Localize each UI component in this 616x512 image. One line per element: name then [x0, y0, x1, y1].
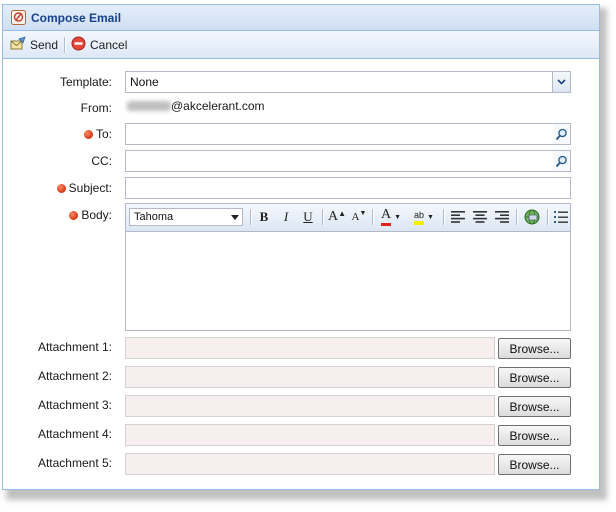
template-label: Template: — [59, 75, 112, 89]
cancel-button[interactable]: Cancel — [71, 35, 127, 55]
send-label: Send — [30, 38, 59, 52]
chevron-down-icon — [557, 79, 566, 85]
subject-label-text: Subject: — [68, 181, 112, 195]
decrease-arrow-icon: ▼ — [359, 209, 367, 217]
attachment-4-label: Attachment 4: — [37, 427, 112, 441]
grow-font-button[interactable]: A ▲ — [327, 208, 347, 226]
highlight-color-button[interactable]: ab ▼ — [409, 208, 439, 226]
chevron-down-icon: ▼ — [394, 213, 402, 221]
to-label-text: To: — [95, 127, 112, 141]
toolbar-separator — [64, 37, 66, 53]
body-label: Body: — [69, 208, 112, 222]
send-button[interactable]: Send — [10, 35, 58, 55]
font-family-select[interactable]: Tahoma — [129, 208, 243, 226]
shrink-font-button[interactable]: A ▼ — [350, 208, 368, 226]
body-text-area[interactable] — [126, 232, 570, 330]
email-compose-icon — [11, 10, 26, 25]
font-color-glyph: A — [380, 207, 392, 226]
bold-button[interactable]: B — [255, 208, 273, 226]
font-family-value: Tahoma — [134, 211, 174, 223]
attachment-5-field[interactable] — [125, 453, 495, 475]
attachment-5-label: Attachment 5: — [37, 456, 112, 470]
from-label: From: — [80, 101, 112, 115]
compose-email-window: Compose Email Send Cancel Template: None… — [2, 4, 600, 490]
to-field[interactable] — [125, 123, 571, 145]
send-icon — [10, 35, 26, 55]
cc-input[interactable] — [126, 151, 570, 171]
from-redacted-username — [127, 101, 171, 111]
to-input[interactable] — [126, 124, 570, 144]
align-left-icon — [451, 211, 465, 223]
attachment-1-label: Attachment 1: — [37, 340, 112, 354]
numbered-list-button[interactable] — [554, 208, 570, 226]
italic-button[interactable]: I — [277, 208, 295, 226]
subject-input[interactable] — [126, 178, 570, 198]
font-color-button[interactable]: A ▼ — [377, 207, 405, 226]
editor-separator — [443, 209, 445, 225]
editor-separator — [250, 209, 252, 225]
cc-field[interactable] — [125, 150, 571, 172]
attachment-1-browse-button[interactable]: Browse... — [498, 338, 571, 359]
main-toolbar: Send Cancel — [3, 31, 599, 59]
attachment-2-field[interactable] — [125, 366, 495, 388]
align-right-button[interactable] — [493, 208, 511, 226]
required-indicator-icon — [83, 130, 93, 139]
underline-button[interactable]: U — [299, 208, 317, 226]
attachment-1-field[interactable] — [125, 337, 495, 359]
template-selected-value: None — [130, 75, 159, 89]
cc-lookup-button[interactable] — [553, 151, 570, 171]
compose-form: Template: None From: @akcelerant.com To: — [3, 59, 599, 489]
cancel-label: Cancel — [90, 38, 128, 52]
editor-separator — [372, 209, 374, 225]
chevron-down-icon — [231, 215, 239, 220]
align-right-icon — [495, 211, 509, 223]
align-left-button[interactable] — [449, 208, 467, 226]
window-titlebar: Compose Email — [3, 5, 599, 31]
attachment-3-label: Attachment 3: — [37, 398, 112, 412]
shrink-font-glyph: A — [351, 211, 360, 223]
attachment-2-browse-button[interactable]: Browse... — [498, 367, 571, 388]
align-center-icon — [473, 211, 487, 223]
required-indicator-icon — [56, 184, 66, 193]
link-icon — [524, 209, 540, 225]
highlight-glyph: ab — [414, 210, 425, 225]
required-indicator-icon — [69, 211, 79, 220]
template-select[interactable]: None — [125, 71, 571, 93]
cc-label: CC: — [91, 154, 112, 168]
attachment-3-field[interactable] — [125, 395, 495, 417]
attachment-4-field[interactable] — [125, 424, 495, 446]
window-title: Compose Email — [31, 11, 122, 25]
editor-separator — [322, 209, 324, 225]
subject-label: Subject: — [56, 181, 112, 195]
numbered-list-icon — [554, 211, 568, 223]
search-icon — [555, 155, 567, 167]
body-editor: Tahoma B I U A ▲ A ▼ A ▼ ab ▼ — [125, 203, 571, 331]
attachment-5-browse-button[interactable]: Browse... — [498, 454, 571, 475]
grow-font-glyph: A — [327, 209, 339, 224]
increase-arrow-icon: ▲ — [338, 208, 347, 218]
to-label: To: — [83, 127, 112, 141]
editor-toolbar: Tahoma B I U A ▲ A ▼ A ▼ ab ▼ — [126, 204, 570, 232]
cancel-icon — [71, 36, 86, 54]
attachment-3-browse-button[interactable]: Browse... — [498, 396, 571, 417]
insert-link-button[interactable] — [522, 208, 542, 226]
editor-separator — [547, 209, 549, 225]
align-center-button[interactable] — [471, 208, 489, 226]
to-lookup-button[interactable] — [553, 124, 570, 144]
template-dropdown-trigger[interactable] — [552, 72, 570, 92]
attachment-2-label: Attachment 2: — [37, 369, 112, 383]
search-icon — [555, 128, 567, 140]
chevron-down-icon: ▼ — [427, 213, 434, 221]
body-label-text: Body: — [81, 208, 112, 222]
editor-separator — [516, 209, 518, 225]
subject-field[interactable] — [125, 177, 571, 199]
attachment-4-browse-button[interactable]: Browse... — [498, 425, 571, 446]
from-value: @akcelerant.com — [171, 99, 265, 113]
